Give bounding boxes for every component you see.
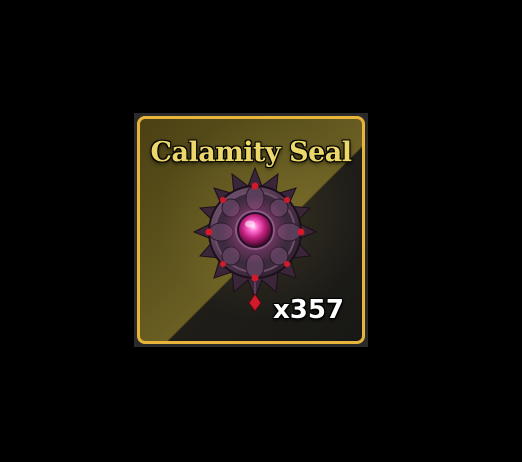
item-quantity: x357 (272, 295, 344, 325)
item-slot-card[interactable]: Calamity Seal x357 (134, 113, 368, 347)
calamity-seal-icon (192, 166, 318, 312)
item-name: Calamity Seal (150, 137, 352, 168)
item-frame: Calamity Seal x357 (137, 116, 365, 344)
